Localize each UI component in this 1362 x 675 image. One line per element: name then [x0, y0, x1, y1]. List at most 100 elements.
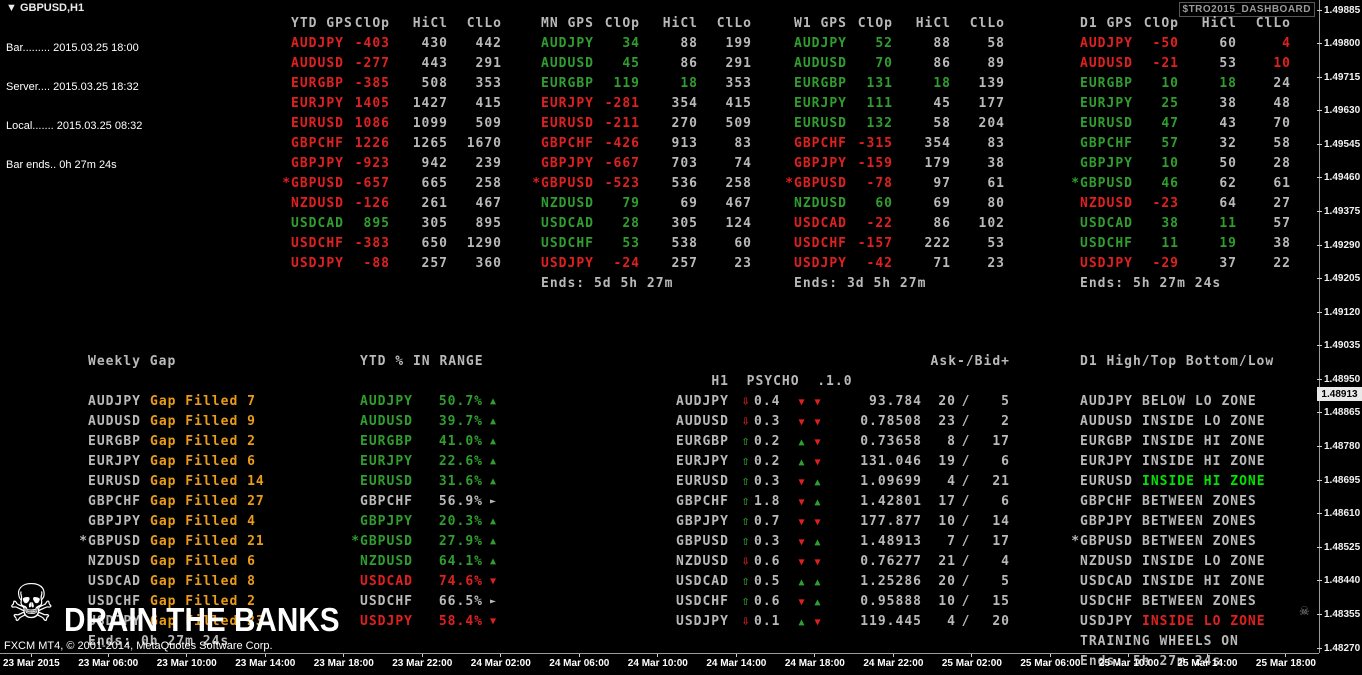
pair-label: *GBPUSD — [282, 176, 344, 191]
trend-arrow-icon: ▼ — [490, 576, 498, 587]
time-axis-item: 25 Mar 06:00 — [1020, 654, 1080, 675]
symbol-period-dropdown[interactable]: ▼ GBPUSD,H1 — [6, 2, 84, 14]
value-cell: 11 — [1219, 216, 1237, 231]
pair-label: NZDUSD — [88, 554, 141, 569]
column-header-cllo: ClLo — [969, 16, 1005, 31]
trend-arrow-icon: ▲ — [490, 556, 498, 567]
pair-label: GBPJPY — [794, 156, 847, 171]
bid-count: 6 — [1001, 494, 1010, 509]
value-cell: -211 — [604, 116, 640, 131]
value-cell: -383 — [354, 236, 390, 251]
gps-row-AUDUSD: AUDUSD -277 443 291 — [281, 54, 502, 74]
zone-row-EURJPY: EURJPY INSIDE HI ZONE — [1070, 452, 1274, 472]
time-axis-item: 23 Mar 22:00 — [392, 654, 452, 675]
pair-label: GBPJPY — [1080, 514, 1133, 529]
price-tick-label: 1.49375 — [1324, 205, 1361, 217]
price-value: 93.784 — [869, 394, 922, 409]
gps-row-EURJPY: EURJPY 111 45 177 — [784, 94, 1005, 114]
value-cell: 32 — [1219, 136, 1237, 151]
signal-arrow-icon: ▲ — [798, 617, 806, 628]
trend-arrow-icon: ▲ — [490, 396, 498, 407]
value-cell: 62 — [1219, 176, 1237, 191]
value-cell: 354 — [924, 136, 951, 151]
gps-row-GBPUSD: *GBPUSD 46 62 61 — [1070, 174, 1291, 194]
price-tick: 1.49460 — [1317, 172, 1360, 184]
psycho-delta: 1.8 — [754, 494, 781, 509]
tick-mark — [186, 654, 188, 657]
time-tick-label: 23 Mar 14:00 — [235, 658, 296, 669]
value-cell: 4 — [1282, 36, 1291, 51]
gps-row-EURJPY: EURJPY -281 354 415 — [531, 94, 752, 114]
gps-row-GBPCHF: GBPCHF 1226 1265 1670 — [281, 134, 502, 154]
signal-arrow-icon: ▲ — [814, 597, 822, 608]
pair-label: *GBPUSD — [532, 176, 594, 191]
value-cell: 57 — [1273, 216, 1291, 231]
time-tick-label: 24 Mar 14:00 — [706, 658, 767, 669]
pair-label: USDJPY — [794, 256, 847, 271]
ytd-range-row-AUDJPY: AUDJPY 50.7% ▲ — [350, 392, 497, 412]
price-tick: 1.49885 — [1317, 4, 1360, 16]
price-value: 1.09699 — [860, 474, 922, 489]
pair-label: GBPCHF — [291, 136, 344, 151]
value-cell: 261 — [421, 196, 448, 211]
signal-arrow-icon: ▼ — [814, 617, 822, 628]
brand-title: DRAIN THE BANKS — [64, 601, 340, 638]
gap-filled-label: Gap Filled 14 — [150, 474, 265, 489]
value-cell: 353 — [725, 76, 752, 91]
gps-row-USDCHF: USDCHF 11 19 38 — [1070, 234, 1291, 254]
value-cell: -277 — [354, 56, 390, 71]
gps-row-USDCAD: USDCAD -22 86 102 — [784, 214, 1005, 234]
value-cell: 270 — [671, 116, 698, 131]
psycho-row-USDCHF: USDCHF ⇧ 0.6 ▼ ▲ 0.95888 10 / 15 — [676, 592, 1010, 612]
pair-label: GBPJPY — [360, 514, 413, 529]
gps-row-EURGBP: EURGBP 119 18 353 — [531, 74, 752, 94]
value-cell: 88 — [680, 36, 698, 51]
pair-label: *GBPUSD — [1071, 176, 1133, 191]
pair-label: EURUSD — [541, 116, 594, 131]
zone-status-label: INSIDE HI ZONE — [1142, 474, 1266, 489]
time-axis[interactable]: 23 Mar 2015 23 Mar 06:00 23 Mar 10:00 23 Ma… — [0, 653, 1319, 675]
time-axis-item: 25 Mar 10:00 — [1099, 654, 1159, 675]
pair-label: AUDUSD — [541, 56, 594, 71]
time-tick-label: 25 Mar 06:00 — [1020, 658, 1081, 669]
price-tick-label: 1.48355 — [1324, 608, 1361, 620]
gps-ends-row: Ends: 3d 5h 27m — [784, 274, 1005, 294]
gps-row-USDJPY: USDJPY -29 37 22 — [1070, 254, 1291, 274]
pair-label: EURUSD — [88, 474, 141, 489]
tick-mark — [1317, 647, 1322, 649]
slash-separator: / — [961, 534, 971, 549]
price-tick: 1.48865 — [1317, 407, 1360, 419]
value-cell: -159 — [857, 156, 893, 171]
value-cell: 508 — [421, 76, 448, 91]
value-cell: 89 — [987, 56, 1005, 71]
value-cell: 1290 — [466, 236, 502, 251]
value-cell: 895 — [363, 216, 390, 231]
column-header-hicl: HiCl — [1201, 16, 1237, 31]
gap-filled-label: Gap Filled 7 — [150, 394, 256, 409]
pair-label: EURGBP — [88, 434, 141, 449]
price-tick-label: 1.48525 — [1324, 541, 1361, 553]
price-value: 119.445 — [860, 614, 922, 629]
tick-mark — [1317, 580, 1322, 582]
pair-label: EURUSD — [676, 474, 729, 489]
value-cell: -42 — [866, 256, 893, 271]
gps-ends-row: Ends: 5d 5h 27m — [531, 274, 752, 294]
value-cell: 38 — [1273, 236, 1291, 251]
time-tick-label: 24 Mar 06:00 — [549, 658, 610, 669]
time-axis-item: 24 Mar 18:00 — [785, 654, 845, 675]
price-axis[interactable]: 1.49885 1.49800 1.49715 1.49630 1.49545 1.494… — [1317, 0, 1362, 654]
value-cell: 52 — [875, 36, 893, 51]
ytd-range-row-EURGBP: EURGBP 41.0% ▲ — [350, 432, 497, 452]
value-cell: 69 — [933, 196, 951, 211]
value-cell: 10 — [1273, 56, 1291, 71]
value-cell: 97 — [933, 176, 951, 191]
time-tick-label: 24 Mar 18:00 — [784, 658, 845, 669]
pair-label: *GBPUSD — [79, 534, 141, 549]
range-percent: 64.1% — [438, 554, 483, 569]
pair-label: NZDUSD — [1080, 196, 1133, 211]
ask-count: 19 — [938, 454, 956, 469]
pair-label: EURJPY — [1080, 454, 1133, 469]
psycho-row-GBPCHF: GBPCHF ⇧ 1.8 ▼ ▲ 1.42801 17 / 6 — [676, 492, 1010, 512]
psycho-row-USDCAD: USDCAD ⇧ 0.5 ▲ ▲ 1.25286 20 / 5 — [676, 572, 1010, 592]
ytd-range-row-EURJPY: EURJPY 22.6% ▲ — [350, 452, 497, 472]
